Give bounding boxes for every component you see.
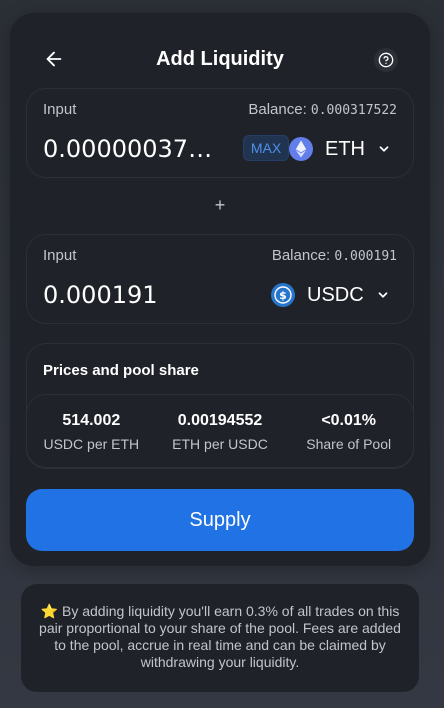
prices-title: Prices and pool share: [43, 362, 199, 379]
usdc-icon: $: [271, 283, 295, 307]
stat-eth-per-usdc: 0.00194552 ETH per USDC: [156, 395, 285, 468]
balance-value: 0.000317522: [310, 103, 397, 118]
balance-label: Balance:: [248, 101, 307, 118]
plus-icon: +: [214, 195, 226, 215]
token-select-usdc[interactable]: $ USDC: [271, 279, 390, 311]
chevron-down-icon: [379, 146, 389, 152]
chevron-down-icon: [378, 292, 388, 298]
stat-usdc-per-eth: 514.002 USDC per ETH: [27, 395, 156, 468]
max-button[interactable]: MAX: [243, 135, 289, 161]
stat-label: USDC per ETH: [43, 436, 140, 452]
stat-value: <0.01%: [321, 412, 377, 429]
ethereum-icon: [289, 137, 313, 161]
prices-pool-share: Prices and pool share 514.002 USDC per E…: [26, 343, 414, 469]
stat-value: 0.00194552: [177, 412, 263, 429]
question-circle-icon: [378, 52, 394, 68]
balance-eth[interactable]: Balance: 0.000317522: [248, 101, 397, 118]
input-label: Input: [43, 247, 77, 264]
prices-stats: 514.002 USDC per ETH 0.00194552 ETH per …: [26, 394, 414, 469]
supply-button[interactable]: Supply: [26, 489, 414, 551]
stat-label: ETH per USDC: [172, 436, 268, 452]
page-title: Add Liquidity: [156, 48, 284, 70]
star-icon: ⭐: [40, 603, 59, 619]
stat-share-of-pool: <0.01% Share of Pool: [284, 395, 413, 468]
stat-label: Share of Pool: [306, 436, 392, 452]
balance-label: Balance:: [271, 247, 331, 264]
token-select-eth[interactable]: ETH: [289, 133, 391, 165]
add-liquidity-card: Add Liquidity Input Balance: 0.000317522…: [10, 13, 430, 566]
balance-usdc[interactable]: Balance: 0.000191: [272, 247, 397, 264]
amount-input-eth[interactable]: 0.000000371…: [43, 133, 223, 165]
help-button[interactable]: [374, 48, 398, 72]
svg-text:$: $: [279, 289, 287, 302]
info-text: By adding liquidity you'll earn 0.3% of …: [39, 603, 401, 670]
token-symbol-usdc: USDC: [307, 283, 364, 306]
amount-input-usdc[interactable]: 0.000191: [43, 279, 223, 311]
token-symbol-eth: ETH: [325, 137, 365, 160]
liquidity-info-box: ⭐ By adding liquidity you'll earn 0.3% o…: [21, 584, 419, 692]
stat-value: 514.002: [62, 412, 121, 429]
balance-value: 0.000191: [334, 249, 397, 264]
input-panel-eth: Input Balance: 0.000317522 0.000000371… …: [26, 88, 414, 178]
input-panel-usdc: Input Balance: 0.000191 0.000191 $ USDC: [26, 234, 414, 324]
header: Add Liquidity: [10, 47, 430, 72]
input-label: Input: [43, 101, 77, 118]
